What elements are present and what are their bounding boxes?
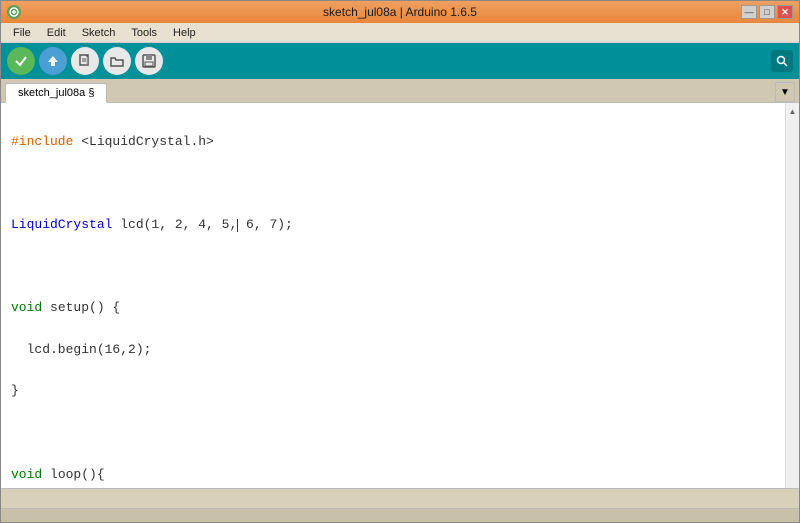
main-window: sketch_jul08a | Arduino 1.6.5 — □ ✕ File… [0,0,800,523]
upload-button[interactable] [39,47,67,75]
title-bar-left [7,5,21,19]
bottom-bar [1,508,799,522]
menu-bar: File Edit Sketch Tools Help [1,23,799,43]
new-button[interactable] [71,47,99,75]
open-button[interactable] [103,47,131,75]
editor-container: #include <LiquidCrystal.h> LiquidCrystal… [1,103,799,488]
menu-help[interactable]: Help [165,25,204,41]
code-line-3: LiquidCrystal lcd(1, 2, 4, 5, 6, 7); [11,215,775,236]
menu-file[interactable]: File [5,25,39,41]
code-line-7: } [11,381,775,402]
scroll-up-arrow[interactable]: ▲ [787,105,799,118]
tab-label: sketch_jul08a § [18,87,94,99]
toolbar [1,43,799,79]
code-editor[interactable]: #include <LiquidCrystal.h> LiquidCrystal… [1,103,785,488]
status-bar [1,488,799,508]
code-line-2 [11,173,775,194]
code-line-5: void setup() { [11,298,775,319]
close-button[interactable]: ✕ [777,5,793,19]
menu-edit[interactable]: Edit [39,25,74,41]
vertical-scrollbar[interactable]: ▲ [785,103,799,488]
tab-sketch[interactable]: sketch_jul08a § [5,83,107,103]
title-bar-controls: — □ ✕ [741,5,793,19]
app-icon [7,5,21,19]
save-button[interactable] [135,47,163,75]
menu-tools[interactable]: Tools [123,25,165,41]
window-title: sketch_jul08a | Arduino 1.6.5 [323,5,477,19]
code-line-9: void loop(){ [11,465,775,486]
verify-button[interactable] [7,47,35,75]
search-button[interactable] [771,50,793,72]
maximize-button[interactable]: □ [759,5,775,19]
title-bar: sketch_jul08a | Arduino 1.6.5 — □ ✕ [1,1,799,23]
code-line-8 [11,423,775,444]
tab-scroll-button[interactable]: ▼ [775,82,795,102]
minimize-button[interactable]: — [741,5,757,19]
code-line-4 [11,257,775,278]
tab-bar: sketch_jul08a § ▼ [1,79,799,103]
code-line-1: #include <LiquidCrystal.h> [11,132,775,153]
menu-sketch[interactable]: Sketch [74,25,124,41]
code-line-6: lcd.begin(16,2); [11,340,775,361]
